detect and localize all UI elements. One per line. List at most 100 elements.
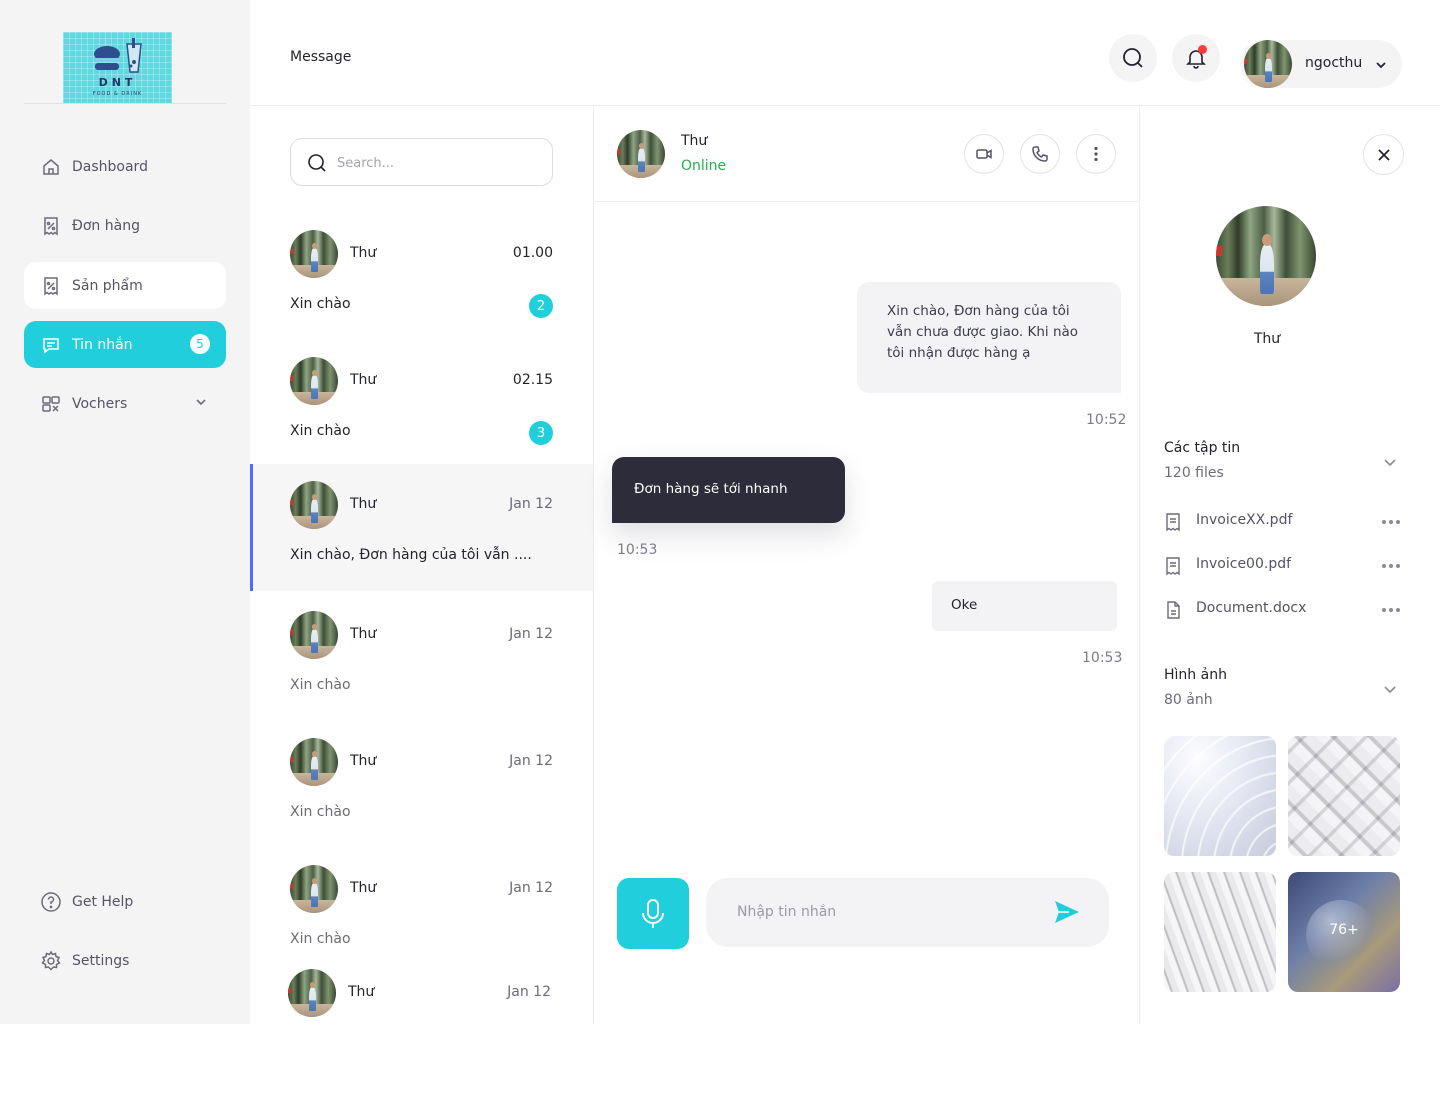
voice-call-button[interactable] bbox=[1020, 134, 1060, 174]
sidebar-item-label: Dashboard bbox=[72, 158, 148, 175]
conversation-item[interactable]: Thư 01.00 Xin chào 2 bbox=[250, 213, 593, 340]
user-menu[interactable]: ngocthu bbox=[1240, 40, 1402, 88]
sidebar-item-orders[interactable]: Đơn hàng bbox=[24, 202, 226, 249]
gear-icon bbox=[40, 950, 62, 972]
search-input[interactable] bbox=[337, 152, 537, 174]
file-item[interactable]: InvoiceXX.pdf bbox=[1164, 510, 1404, 534]
video-call-button[interactable] bbox=[964, 134, 1004, 174]
conversation-item[interactable]: Thư Jan 12 bbox=[250, 952, 592, 1024]
more-horizontal-icon[interactable] bbox=[1382, 520, 1400, 524]
conversation-name: Thư bbox=[350, 496, 377, 512]
file-name: Invoice00.pdf bbox=[1196, 556, 1292, 572]
message-composer bbox=[706, 878, 1109, 947]
images-section-title: Hình ảnh bbox=[1164, 667, 1227, 683]
files-count: 120 files bbox=[1164, 465, 1224, 481]
sidebar: DNT FOOD & DRINK Dashboard Đơn hàng Sản … bbox=[0, 0, 250, 1024]
chevron-down-icon[interactable] bbox=[194, 395, 208, 409]
sidebar-item-get-help[interactable]: Get Help bbox=[24, 878, 226, 925]
burger-drink-icon bbox=[94, 38, 142, 73]
chat-icon bbox=[40, 334, 62, 356]
image-thumbnail[interactable] bbox=[1288, 736, 1400, 856]
conversation-name: Thư bbox=[350, 626, 377, 642]
conversation-item[interactable]: Thư 02.15 Xin chào 3 bbox=[250, 340, 593, 467]
contact-name: Thư bbox=[1253, 331, 1281, 347]
conversation-time: Jan 12 bbox=[509, 753, 553, 769]
search-button[interactable] bbox=[1109, 34, 1157, 82]
sidebar-item-settings[interactable]: Settings bbox=[24, 937, 226, 984]
files-section-title: Các tập tin bbox=[1164, 440, 1241, 456]
images-count: 80 ảnh bbox=[1164, 692, 1213, 708]
sidebar-item-messages[interactable]: Tin nhắn 5 bbox=[24, 321, 226, 368]
notifications-button[interactable] bbox=[1172, 34, 1220, 82]
message-bubble-outgoing: Xin chào, Đơn hàng của tôi vẫn chưa được… bbox=[857, 282, 1121, 393]
receipt-icon bbox=[1166, 513, 1180, 532]
message-time: 10:52 bbox=[1086, 412, 1127, 428]
microphone-icon bbox=[642, 898, 664, 928]
avatar bbox=[290, 230, 338, 278]
user-name: ngocthu bbox=[1305, 55, 1363, 71]
voucher-icon bbox=[40, 393, 62, 415]
avatar bbox=[288, 969, 336, 1017]
image-thumbnail[interactable] bbox=[1164, 736, 1276, 856]
more-images-thumbnail[interactable]: 76+ bbox=[1288, 872, 1400, 992]
chevron-down-icon[interactable] bbox=[1382, 454, 1398, 470]
avatar[interactable] bbox=[617, 130, 665, 178]
avatar bbox=[290, 611, 338, 659]
image-thumbnail[interactable] bbox=[1164, 872, 1276, 992]
more-vertical-icon bbox=[1094, 146, 1098, 162]
conversation-item-active[interactable]: Thư Jan 12 Xin chào, Đơn hàng của tôi vẫ… bbox=[250, 464, 593, 591]
send-icon[interactable] bbox=[1053, 899, 1081, 925]
chat-contact-name: Thư bbox=[681, 133, 708, 149]
close-details-button[interactable] bbox=[1363, 134, 1404, 175]
notification-dot bbox=[1198, 45, 1207, 54]
conversation-time: 02.15 bbox=[512, 372, 553, 388]
sidebar-item-vouchers[interactable]: Vochers bbox=[24, 380, 226, 427]
more-horizontal-icon[interactable] bbox=[1382, 608, 1400, 612]
conversation-time: 01.00 bbox=[512, 245, 553, 261]
sidebar-item-label: Vochers bbox=[72, 395, 128, 412]
message-input[interactable] bbox=[737, 900, 1037, 924]
sidebar-item-products[interactable]: Sản phẩm bbox=[24, 262, 226, 309]
sidebar-item-label: Sản phẩm bbox=[72, 277, 143, 294]
message-bubble-incoming: Đơn hàng sẽ tới nhanh bbox=[612, 457, 845, 523]
document-icon bbox=[1167, 601, 1180, 619]
conversation-preview: Xin chào bbox=[290, 423, 351, 439]
avatar bbox=[1216, 206, 1316, 306]
search-icon bbox=[308, 154, 326, 172]
avatar bbox=[290, 357, 338, 405]
chat-header: Thư Online bbox=[594, 106, 1140, 202]
avatar bbox=[290, 481, 338, 529]
conversation-item[interactable]: Thư Jan 12 Xin chào bbox=[250, 721, 593, 848]
close-icon bbox=[1377, 148, 1390, 161]
help-icon bbox=[40, 891, 62, 913]
sidebar-item-label: Settings bbox=[72, 952, 130, 969]
chevron-down-icon[interactable] bbox=[1382, 681, 1398, 697]
message-time: 10:53 bbox=[1082, 650, 1123, 666]
page-title: Message bbox=[290, 49, 352, 65]
brand-tagline: FOOD & DRINK bbox=[92, 91, 143, 97]
more-options-button[interactable] bbox=[1076, 134, 1116, 174]
receipt-icon bbox=[1166, 557, 1180, 576]
video-camera-icon bbox=[976, 149, 992, 159]
conversation-time: Jan 12 bbox=[509, 626, 553, 642]
file-item[interactable]: Document.docx bbox=[1164, 598, 1404, 622]
brand-name: DNT bbox=[98, 76, 137, 89]
sidebar-item-label: Get Help bbox=[72, 893, 134, 910]
chat-panel: Thư Online Xin chào, Đơn hàng của tôi vẫ… bbox=[594, 106, 1140, 1024]
voice-message-button[interactable] bbox=[617, 878, 689, 949]
conversation-name: Thư bbox=[350, 245, 377, 261]
conversation-time: Jan 12 bbox=[509, 880, 553, 896]
home-icon bbox=[40, 156, 62, 178]
more-horizontal-icon[interactable] bbox=[1382, 564, 1400, 568]
sidebar-divider bbox=[24, 103, 226, 104]
search-field[interactable] bbox=[290, 138, 553, 186]
sidebar-item-dashboard[interactable]: Dashboard bbox=[24, 143, 226, 190]
conversation-name: Thư bbox=[350, 372, 377, 388]
conversation-item[interactable]: Thư Jan 12 Xin chào bbox=[250, 594, 593, 721]
phone-icon bbox=[1032, 146, 1048, 162]
conversation-name: Thư bbox=[348, 984, 375, 1000]
file-item[interactable]: Invoice00.pdf bbox=[1164, 554, 1404, 578]
brand-logo[interactable]: DNT FOOD & DRINK bbox=[63, 32, 172, 104]
conversation-time: Jan 12 bbox=[509, 496, 553, 512]
avatar bbox=[290, 738, 338, 786]
